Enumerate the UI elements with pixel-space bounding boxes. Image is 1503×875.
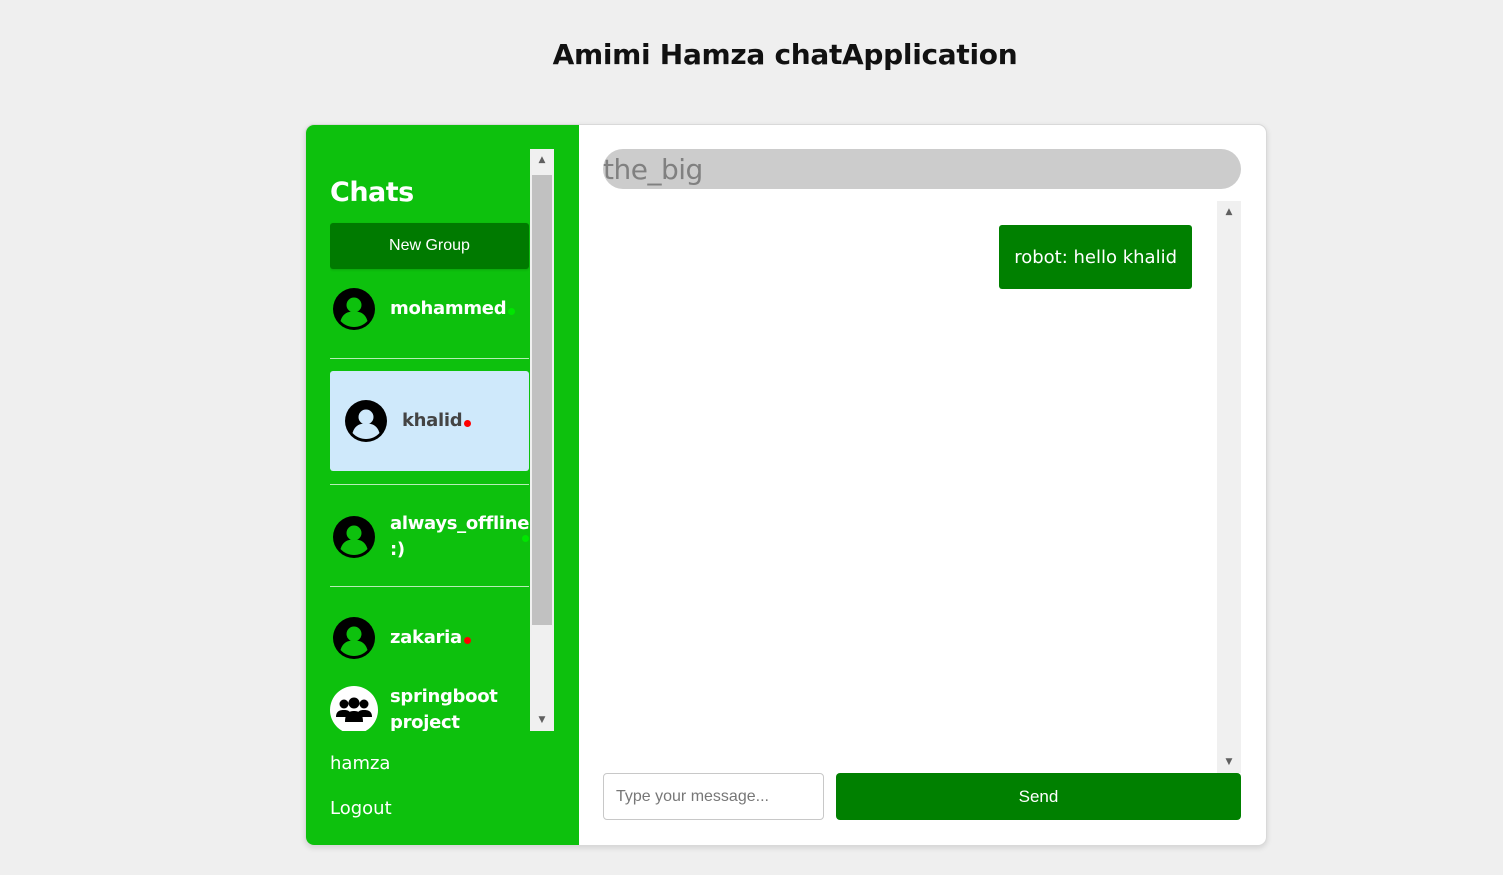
user-avatar-icon — [333, 288, 375, 330]
user-avatar-icon — [333, 617, 375, 659]
message-input[interactable] — [603, 773, 824, 820]
contact-item-zakaria[interactable]: zakaria — [330, 614, 529, 662]
messages-area[interactable]: robot: hello khalid — [603, 201, 1217, 773]
send-button[interactable]: Send — [836, 773, 1241, 820]
contact-name: always_offline :) — [390, 513, 530, 560]
chat-header-title: the_big — [603, 149, 1241, 189]
online-status-dot — [508, 308, 516, 315]
scroll-down-arrow-icon[interactable]: ▼ — [1217, 751, 1241, 773]
contact-name: mohammed — [390, 296, 516, 322]
current-user-name: hamza — [330, 753, 391, 774]
online-status-dot — [522, 535, 529, 542]
group-avatar-icon — [330, 686, 378, 731]
contact-name: zakaria — [390, 625, 471, 651]
user-avatar-icon — [345, 400, 387, 442]
scroll-up-arrow-icon[interactable]: ▲ — [530, 149, 554, 171]
contact-name: khalid — [402, 408, 472, 434]
contact-item-always-offline[interactable]: always_offline :) — [330, 509, 529, 565]
scrollbar-thumb[interactable] — [532, 175, 552, 625]
logout-link[interactable]: Logout — [330, 798, 392, 819]
new-group-button[interactable]: New Group — [330, 223, 529, 269]
contact-item-mohammed[interactable]: mohammed — [330, 285, 529, 333]
scroll-up-arrow-icon[interactable]: ▲ — [1217, 201, 1241, 223]
contact-name: springboot project — [390, 686, 498, 731]
contact-divider — [330, 484, 529, 485]
contact-divider — [330, 586, 529, 587]
offline-status-dot — [464, 420, 472, 427]
contacts-scroll-area[interactable]: Chats New Group mohammed khalid always_o… — [330, 149, 554, 731]
user-avatar-icon — [333, 516, 375, 558]
contact-item-khalid[interactable]: khalid — [330, 371, 529, 471]
contact-item-springboot-project[interactable]: springboot project — [330, 684, 529, 731]
scroll-down-arrow-icon[interactable]: ▼ — [530, 709, 554, 731]
chat-app-window: Chats New Group mohammed khalid always_o… — [305, 124, 1267, 846]
contact-divider — [330, 358, 529, 359]
offline-status-dot — [463, 637, 471, 644]
sidebar-scrollbar[interactable]: ▲ ▼ — [530, 149, 554, 731]
messages-scrollbar[interactable]: ▲ ▼ — [1217, 201, 1241, 773]
message-bubble: robot: hello khalid — [999, 225, 1192, 289]
chats-heading: Chats — [330, 177, 414, 208]
sidebar: Chats New Group mohammed khalid always_o… — [306, 125, 579, 845]
page-title: Amimi Hamza chatApplication — [552, 38, 1018, 71]
